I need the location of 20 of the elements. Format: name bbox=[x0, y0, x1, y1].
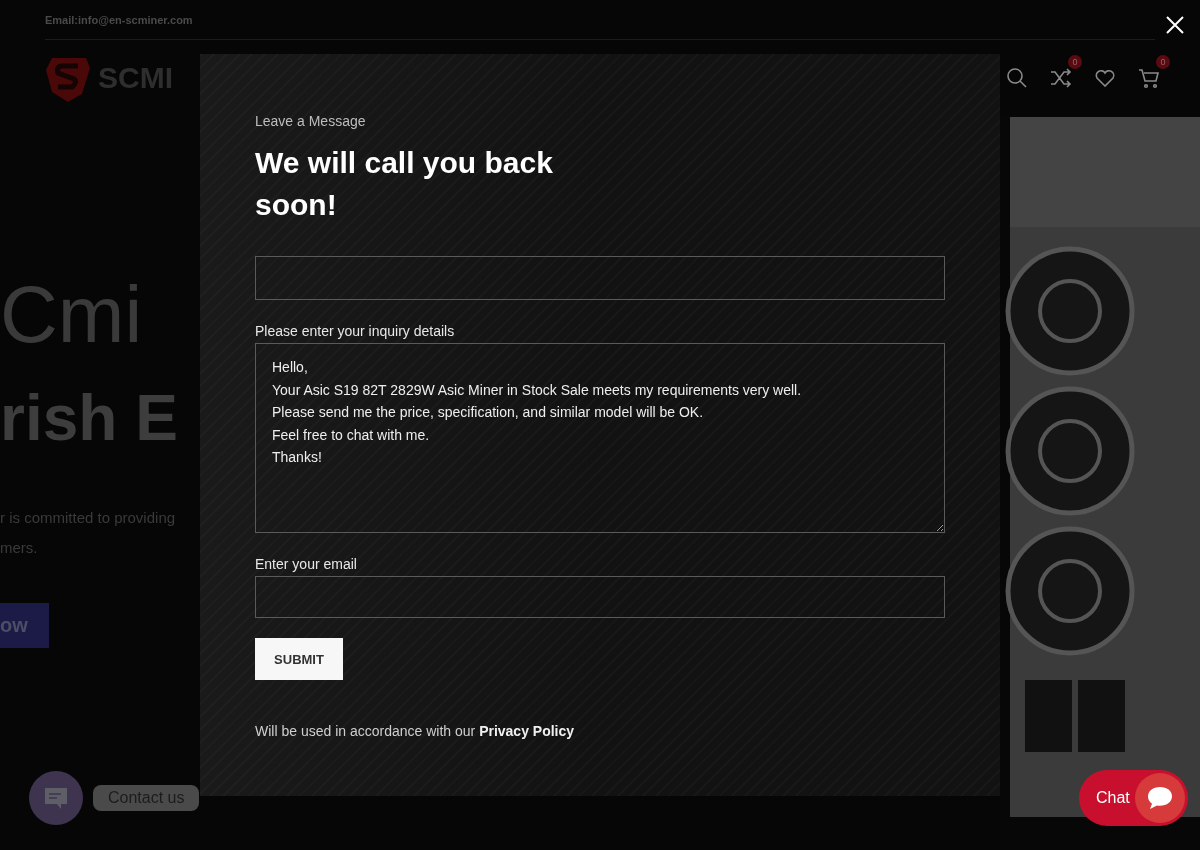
name-field[interactable] bbox=[255, 256, 945, 300]
close-icon[interactable] bbox=[1166, 16, 1184, 34]
submit-button[interactable]: SUBMIT bbox=[255, 638, 343, 680]
privacy-link[interactable]: Privacy Policy bbox=[479, 723, 575, 739]
count-badge: 0 bbox=[1156, 54, 1170, 69]
contact-button[interactable] bbox=[29, 771, 83, 825]
field-label: Please enter your inquiry details bbox=[255, 322, 455, 340]
contact-email: Email:info@en-scminer.com bbox=[45, 13, 193, 26]
dialog-eyebrow: Leave a Message bbox=[255, 112, 366, 130]
field-label: Enter your email bbox=[255, 555, 357, 573]
dialog-title: We will call you back soon! bbox=[255, 145, 554, 223]
count-badge: 0 bbox=[1068, 54, 1082, 69]
cart-icon[interactable] bbox=[1138, 66, 1160, 89]
speech-bubble-icon bbox=[1146, 785, 1174, 811]
chat-icon bbox=[43, 785, 69, 811]
privacy-note: Will be used in accordance with our Privacy Policy bbox=[255, 722, 575, 740]
shuffle-icon[interactable] bbox=[1050, 66, 1072, 89]
inquiry-field[interactable]: Hello, Your Asic S19 82T 2829W Asic Miner in Stock Sale meets my requirements very well. Please send me the price, specification, and similar model will be OK. Feel free to chat with me. Thanks! bbox=[255, 343, 945, 533]
search-icon[interactable] bbox=[1006, 66, 1028, 89]
email-field[interactable] bbox=[255, 576, 945, 618]
